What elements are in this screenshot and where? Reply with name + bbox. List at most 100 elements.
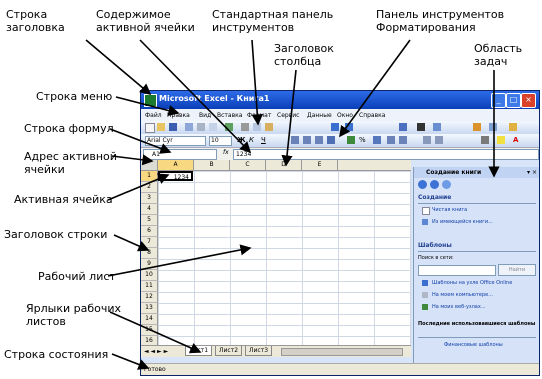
maximize-button[interactable]: □ [506,93,521,108]
new-icon[interactable] [145,123,155,133]
home-icon[interactable] [442,180,451,189]
cut-icon[interactable] [241,123,249,131]
row-header-6[interactable]: 6 [141,226,158,237]
back-icon[interactable] [418,180,427,189]
comma-style-icon[interactable] [373,136,381,144]
menu-item-insert[interactable]: Вставка [217,112,242,119]
fx-icon[interactable]: fx [223,149,229,156]
my-websites-link[interactable]: На моих веб-узлах... [432,304,486,310]
save-icon[interactable] [169,123,177,131]
task-pane-close-button[interactable]: ▾ × [527,167,537,178]
row-header-13[interactable]: 13 [141,303,158,314]
row-header-11[interactable]: 11 [141,281,158,292]
close-button[interactable]: × [521,93,536,108]
currency-icon[interactable] [347,136,355,144]
spelling-icon[interactable] [225,123,233,131]
hyperlink-icon[interactable] [399,123,407,131]
tab-scroll-buttons[interactable]: ◄ ◄ ► ► [144,348,168,355]
copy-icon[interactable] [253,123,261,131]
templates-online-link[interactable]: Шаблоны на узле Office Online [432,280,512,286]
row-header-4[interactable]: 4 [141,204,158,215]
drawing-icon[interactable] [489,123,497,131]
column-header-a[interactable]: A [158,160,194,171]
name-box[interactable]: A1 [143,149,217,160]
formatting-toolbar: Arial Cyr 10 Ж К Ч % A [141,134,539,147]
row-header-14[interactable]: 14 [141,314,158,325]
sheet-tab-1[interactable]: Лист1 [185,346,213,356]
decrease-decimal-icon[interactable] [387,136,395,144]
sheet-tab-3[interactable]: Лист3 [245,346,273,356]
search-label: Поиск в сети: [418,255,454,261]
column-header-d[interactable]: D [266,160,302,171]
active-cell-a1[interactable]: 1234 [158,171,193,181]
chart-wizard-icon[interactable] [473,123,481,131]
column-header-e[interactable]: E [302,160,338,171]
column-header-c[interactable]: C [230,160,266,171]
row-header-12[interactable]: 12 [141,292,158,303]
title-bar[interactable]: Microsoft Excel - Книга1 _ □ × [141,91,539,109]
row-header-7[interactable]: 7 [141,237,158,248]
financial-templates-link[interactable]: Финансовые шаблоны [444,342,503,348]
menu-item-view[interactable]: Вид [199,112,211,119]
merge-center-icon[interactable] [327,136,335,144]
open-icon[interactable] [157,123,165,131]
align-left-icon[interactable] [291,136,299,144]
row-header-5[interactable]: 5 [141,215,158,226]
increase-indent-icon[interactable] [435,136,443,144]
help-icon[interactable] [509,123,517,131]
menu-item-file[interactable]: Файл [145,112,162,119]
italic-icon[interactable]: К [249,136,257,144]
font-color-icon[interactable]: A [513,136,521,144]
menu-item-format[interactable]: Формат [247,112,271,119]
menu-item-edit[interactable]: Правка [167,112,190,119]
minimize-button[interactable]: _ [491,93,506,108]
menu-item-help[interactable]: Справка [359,112,385,119]
select-all-button[interactable] [141,160,158,171]
label-active-cell-address: Адрес активной ячейки [24,150,117,176]
formula-input[interactable]: 1234 [233,149,539,160]
search-button[interactable]: Найти [498,264,536,276]
forward-icon[interactable] [430,180,439,189]
from-existing-link[interactable]: Из имеющейся книги... [432,219,493,225]
underline-icon[interactable]: Ч [261,136,269,144]
bold-icon[interactable]: Ж [237,136,246,144]
font-size-select[interactable]: 10 [209,136,232,146]
autosum-icon[interactable] [417,123,425,131]
undo-icon[interactable] [331,123,339,131]
increase-decimal-icon[interactable] [399,136,407,144]
print-icon[interactable] [197,123,205,131]
borders-icon[interactable] [481,136,489,144]
menu-item-data[interactable]: Данные [307,112,332,119]
column-header-b[interactable]: B [194,160,230,171]
blank-book-link[interactable]: Чистая книга [432,207,467,213]
cell-grid[interactable] [158,171,411,345]
font-name-select[interactable]: Arial Cyr [145,136,206,146]
standard-toolbar [141,121,539,134]
sort-icon[interactable] [433,123,441,131]
menu-item-tools[interactable]: Сервис [277,112,299,119]
row-header-15[interactable]: 15 [141,325,158,336]
horizontal-scrollbar[interactable] [281,348,403,356]
permission-icon[interactable] [185,123,193,131]
percent-icon[interactable]: % [359,136,367,144]
preview-icon[interactable] [209,123,217,131]
align-right-icon[interactable] [315,136,323,144]
row-header-2[interactable]: 2 [141,182,158,193]
sheet-tab-2[interactable]: Лист2 [215,346,243,356]
label-task-pane: Область задач [474,42,523,68]
redo-icon[interactable] [345,123,353,131]
formula-bar: A1 fx 1234 [141,147,539,160]
paste-icon[interactable] [265,123,273,131]
menu-item-window[interactable]: Окно [337,112,353,119]
fill-color-icon[interactable] [497,136,505,144]
decrease-indent-icon[interactable] [423,136,431,144]
row-header-8[interactable]: 8 [141,248,158,259]
existing-book-icon [422,219,428,225]
row-header-1[interactable]: 1 [141,171,158,182]
row-header-10[interactable]: 10 [141,270,158,281]
align-center-icon[interactable] [303,136,311,144]
template-search-input[interactable] [418,265,496,276]
row-header-9[interactable]: 9 [141,259,158,270]
row-header-3[interactable]: 3 [141,193,158,204]
my-computer-link[interactable]: На моем компьютере... [432,292,493,298]
